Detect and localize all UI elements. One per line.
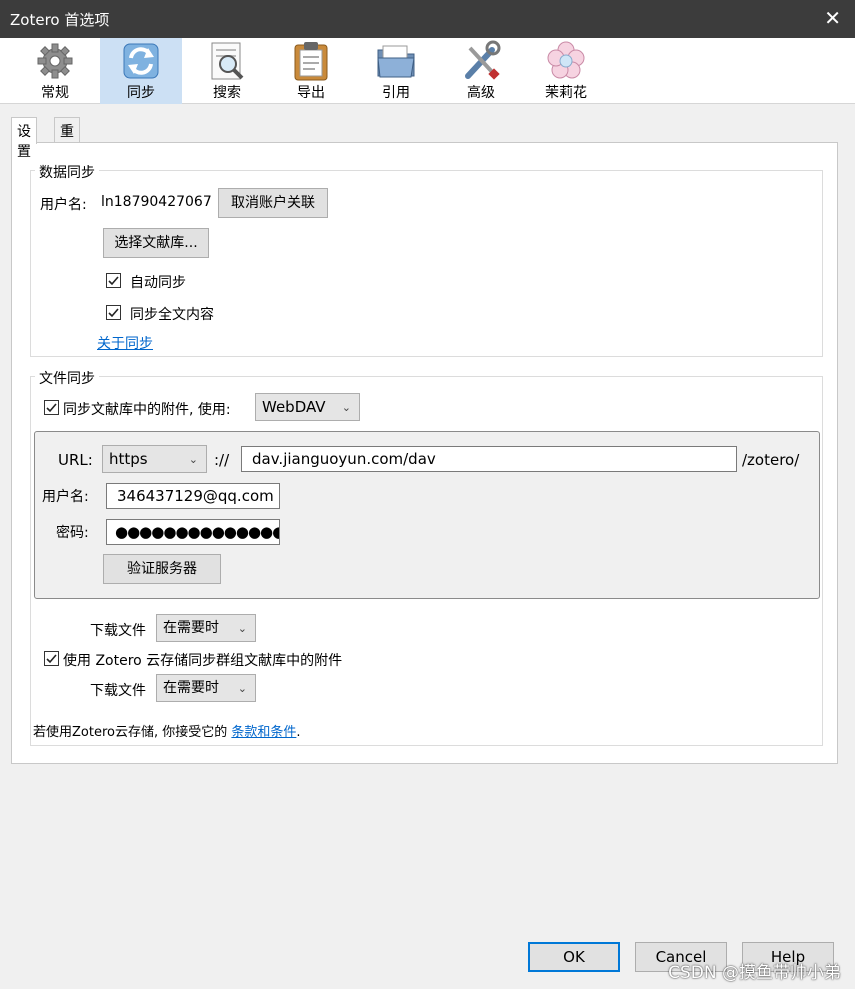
close-icon[interactable]: ✕: [824, 6, 841, 30]
tab-settings[interactable]: 设置: [11, 117, 37, 160]
scheme-select[interactable]: https ⌄: [102, 445, 207, 473]
pane-cite-label: 引用: [382, 85, 410, 101]
window-titlebar: Zotero 首选项 ✕: [0, 0, 855, 38]
pane-sync-label: 同步: [127, 85, 155, 101]
download-files-label-1: 下载文件: [90, 623, 146, 639]
url-suffix: /zotero/: [742, 451, 800, 469]
pane-export-button[interactable]: 导出: [270, 38, 352, 104]
fulltext-sync-checkbox[interactable]: [106, 305, 121, 320]
pane-export-label: 导出: [297, 85, 325, 101]
preferences-toolbar: 常规 同步 搜索 导出 引用 高级 茉莉花: [0, 38, 855, 104]
pane-general-button[interactable]: 常规: [14, 38, 96, 104]
terms-text: 若使用Zotero云存储, 你接受它的: [33, 725, 228, 740]
pane-jasminum-label: 茉莉花: [545, 85, 587, 101]
download-files-label-2: 下载文件: [90, 683, 146, 699]
search-document-icon: [211, 42, 244, 80]
sync-attachments-label: 同步文献库中的附件, 使用:: [63, 402, 231, 418]
settings-panel: 数据同步 用户名: ln18790427067 取消账户关联 选择文献库... …: [11, 142, 838, 764]
terms-link[interactable]: 条款和条件: [231, 725, 296, 740]
download-files-select-1[interactable]: 在需要时 ⌄: [156, 614, 256, 642]
username-value: ln18790427067: [101, 194, 212, 210]
webdav-password-label: 密码:: [56, 525, 89, 541]
data-sync-caption: 数据同步: [35, 162, 99, 182]
unlink-account-button[interactable]: 取消账户关联: [218, 188, 328, 218]
pane-search-label: 搜索: [213, 85, 241, 101]
file-sync-caption: 文件同步: [35, 368, 99, 388]
pane-sync-button[interactable]: 同步: [100, 38, 182, 104]
chevron-down-icon: ⌄: [341, 401, 351, 414]
gear-icon: [37, 43, 73, 79]
check-icon: [108, 276, 119, 286]
download-files-select-2[interactable]: 在需要时 ⌄: [156, 674, 256, 702]
chevron-down-icon: ⌄: [188, 453, 198, 466]
window-title: Zotero 首选项: [10, 11, 110, 29]
pane-general-label: 常规: [41, 85, 69, 101]
tab-reset[interactable]: 重置: [54, 117, 80, 160]
webdav-username-input[interactable]: 346437129@qq.com: [106, 483, 280, 509]
watermark: CSDN @摸鱼带帅小弟: [668, 963, 841, 983]
flower-icon: [547, 41, 585, 79]
verify-server-button[interactable]: 验证服务器: [103, 554, 221, 584]
pane-advanced-button[interactable]: 高级: [440, 38, 522, 104]
auto-sync-checkbox[interactable]: [106, 273, 121, 288]
group-sync-label: 使用 Zotero 云存储同步群组文献库中的附件: [63, 653, 343, 669]
url-label: URL:: [58, 451, 93, 469]
download-files-select-2-value: 在需要时: [163, 680, 219, 696]
sync-icon: [123, 43, 159, 79]
scheme-separator: ://: [214, 451, 230, 469]
chevron-down-icon: ⌄: [237, 622, 247, 635]
pane-jasminum-button[interactable]: 茉莉花: [525, 38, 607, 104]
about-sync-link[interactable]: 关于同步: [97, 333, 153, 353]
check-icon: [46, 403, 57, 413]
folder-icon: [377, 45, 415, 78]
clipboard-icon: [294, 42, 328, 81]
chevron-down-icon: ⌄: [237, 682, 247, 695]
protocol-select[interactable]: WebDAV ⌄: [255, 393, 360, 421]
pane-search-button[interactable]: 搜索: [186, 38, 268, 104]
url-input[interactable]: dav.jianguoyun.com/dav: [241, 446, 737, 472]
file-sync-group: 文件同步 同步文献库中的附件, 使用: WebDAV ⌄ URL: https …: [30, 368, 823, 746]
pane-cite-button[interactable]: 引用: [355, 38, 437, 104]
auto-sync-label: 自动同步: [130, 275, 186, 291]
group-sync-checkbox[interactable]: [44, 651, 59, 666]
check-icon: [46, 654, 57, 664]
data-sync-group: 数据同步 用户名: ln18790427067 取消账户关联 选择文献库... …: [30, 162, 823, 357]
choose-libraries-button[interactable]: 选择文献库...: [103, 228, 209, 258]
check-icon: [108, 308, 119, 318]
fulltext-sync-label: 同步全文内容: [130, 307, 214, 323]
username-label: 用户名:: [40, 197, 87, 213]
webdav-username-label: 用户名:: [42, 489, 89, 505]
ok-button[interactable]: OK: [528, 942, 620, 972]
scheme-select-value: https: [109, 450, 148, 468]
sync-attachments-checkbox[interactable]: [44, 400, 59, 415]
webdav-settings-box: URL: https ⌄ :// dav.jianguoyun.com/dav …: [34, 431, 820, 599]
webdav-password-input[interactable]: ●●●●●●●●●●●●●●●●: [106, 519, 280, 545]
protocol-select-value: WebDAV: [262, 398, 326, 416]
tools-icon: [465, 40, 501, 80]
terms-line: 若使用Zotero云存储, 你接受它的 条款和条件.: [33, 721, 301, 740]
download-files-select-1-value: 在需要时: [163, 620, 219, 636]
pane-advanced-label: 高级: [467, 85, 495, 101]
terms-period: .: [296, 725, 301, 740]
